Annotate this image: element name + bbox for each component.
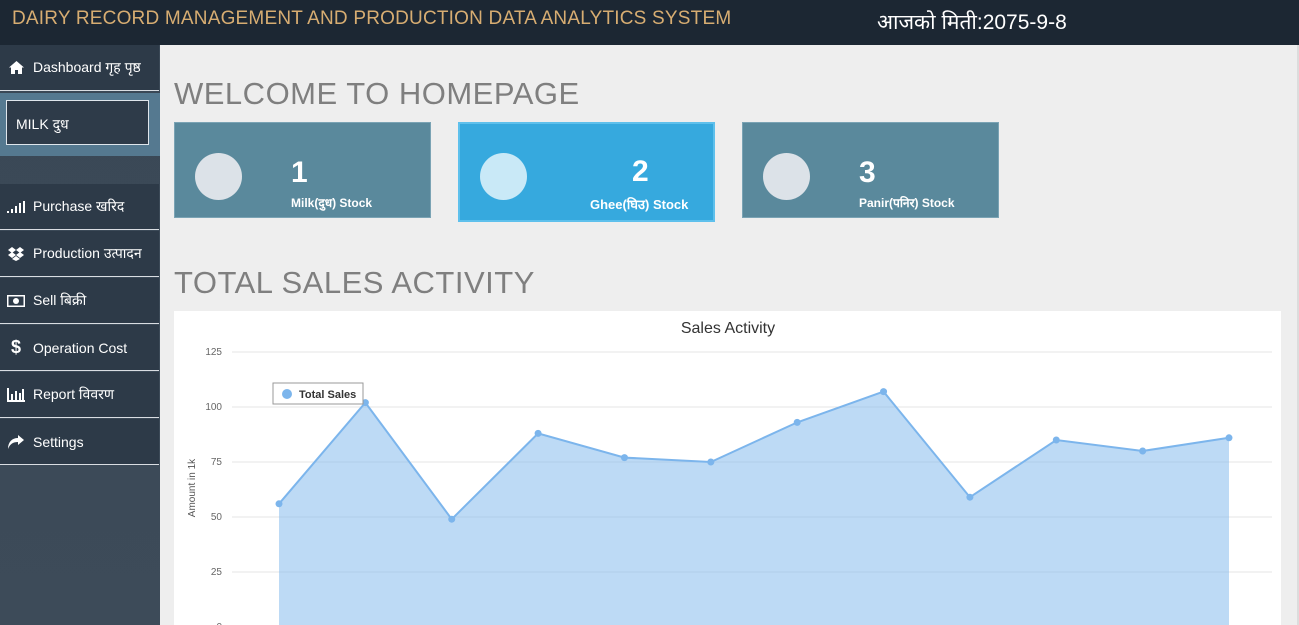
card-label: Panir(पनिर) Stock — [859, 196, 955, 210]
y-tick-label: 25 — [211, 567, 223, 578]
sidebar-item-milk[interactable]: MILK दुध — [6, 100, 149, 145]
card-circle-icon — [763, 153, 810, 200]
date-value: 2075-9-8 — [982, 11, 1067, 34]
sidebar-item-report[interactable]: Report विवरण — [0, 372, 159, 418]
milk-stock-card[interactable]: 1 Milk(दुध) Stock — [174, 122, 431, 218]
sales-chart: Sales Activity Amount in 1k 025507510012… — [187, 320, 1272, 625]
sidebar-item-label: Report विवरण — [33, 386, 114, 402]
sales-heading: TOTAL SALES ACTIVITY — [174, 265, 535, 300]
data-point[interactable] — [1052, 436, 1060, 444]
card-label: Ghee(घिउ) Stock — [590, 197, 689, 212]
sidebar-item-sell[interactable]: Sell बिक्री — [0, 278, 159, 324]
share-arrow-icon — [7, 434, 25, 450]
data-point[interactable] — [275, 500, 283, 508]
sidebar-item-label: Purchase खरिद — [33, 198, 125, 214]
chart-y-axis-label: Amount in 1k — [187, 458, 198, 517]
card-number: 3 — [859, 156, 876, 189]
data-point[interactable] — [1225, 434, 1233, 442]
data-point[interactable] — [448, 515, 456, 523]
sidebar-item-label: Sell बिक्री — [33, 292, 87, 308]
card-number: 2 — [632, 155, 649, 188]
data-point[interactable] — [707, 458, 715, 466]
dropbox-icon — [7, 246, 25, 262]
data-point[interactable] — [1139, 447, 1147, 455]
sidebar-item-settings[interactable]: Settings — [0, 419, 159, 465]
chart-legend[interactable]: Total Sales — [272, 382, 364, 405]
milk-section: MILK दुध — [0, 93, 160, 156]
sidebar-item-production[interactable]: Production उत्पादन — [0, 231, 159, 277]
card-circle-icon — [480, 153, 527, 200]
sidebar-item-label: Operation Cost — [33, 339, 128, 356]
data-point[interactable] — [966, 493, 974, 501]
sidebar-item-label: Dashboard गृह पृष्ठ — [33, 59, 141, 75]
ghee-stock-card[interactable]: 2 Ghee(घिउ) Stock — [458, 122, 715, 222]
sidebar-item-dashboard[interactable]: Dashboard गृह पृष्ठ — [0, 45, 159, 91]
date-label: आजको मिती: — [877, 11, 983, 34]
sidebar-item-label: Production उत्पादन — [33, 245, 142, 261]
dollar-icon: $ — [10, 337, 21, 357]
app-title: DAIRY RECORD MANAGEMENT AND PRODUCTION D… — [12, 8, 732, 29]
sales-chart-panel: Sales Activity Amount in 1k 025507510012… — [174, 311, 1281, 625]
panir-stock-card[interactable]: 3 Panir(पनिर) Stock — [742, 122, 999, 218]
data-point[interactable] — [880, 388, 888, 396]
bar-chart-icon — [7, 387, 25, 403]
y-tick-label: 125 — [205, 347, 222, 358]
card-number: 1 — [291, 156, 308, 189]
y-tick-label: 100 — [205, 402, 222, 413]
signal-bars-icon — [7, 199, 25, 215]
top-bar: DAIRY RECORD MANAGEMENT AND PRODUCTION D… — [0, 0, 1299, 45]
home-icon — [7, 60, 25, 76]
card-circle-icon — [195, 153, 242, 200]
sidebar-item-operation-cost[interactable]: $ Operation Cost — [0, 325, 159, 371]
y-tick-label: 50 — [211, 512, 223, 523]
chart-title: Sales Activity — [681, 320, 775, 337]
sidebar-item-label: Settings — [33, 433, 84, 450]
money-icon — [7, 293, 25, 309]
sidebar-item-purchase[interactable]: Purchase खरिद — [0, 184, 159, 230]
card-label: Milk(दुध) Stock — [291, 196, 373, 210]
sidebar: Dashboard गृह पृष्ठ MILK दुध Purchase खर… — [0, 45, 160, 625]
legend-label: Total Sales — [299, 389, 356, 401]
data-point[interactable] — [534, 429, 542, 437]
welcome-heading: WELCOME TO HOMEPAGE — [174, 76, 580, 111]
data-point[interactable] — [620, 454, 628, 462]
data-point[interactable] — [793, 418, 801, 426]
sidebar-item-label: MILK दुध — [16, 116, 69, 132]
series-area — [279, 391, 1229, 625]
legend-marker — [282, 389, 292, 399]
y-tick-label: 75 — [211, 457, 223, 468]
date-display: आजको मिती:2075-9-8 — [877, 8, 1067, 36]
